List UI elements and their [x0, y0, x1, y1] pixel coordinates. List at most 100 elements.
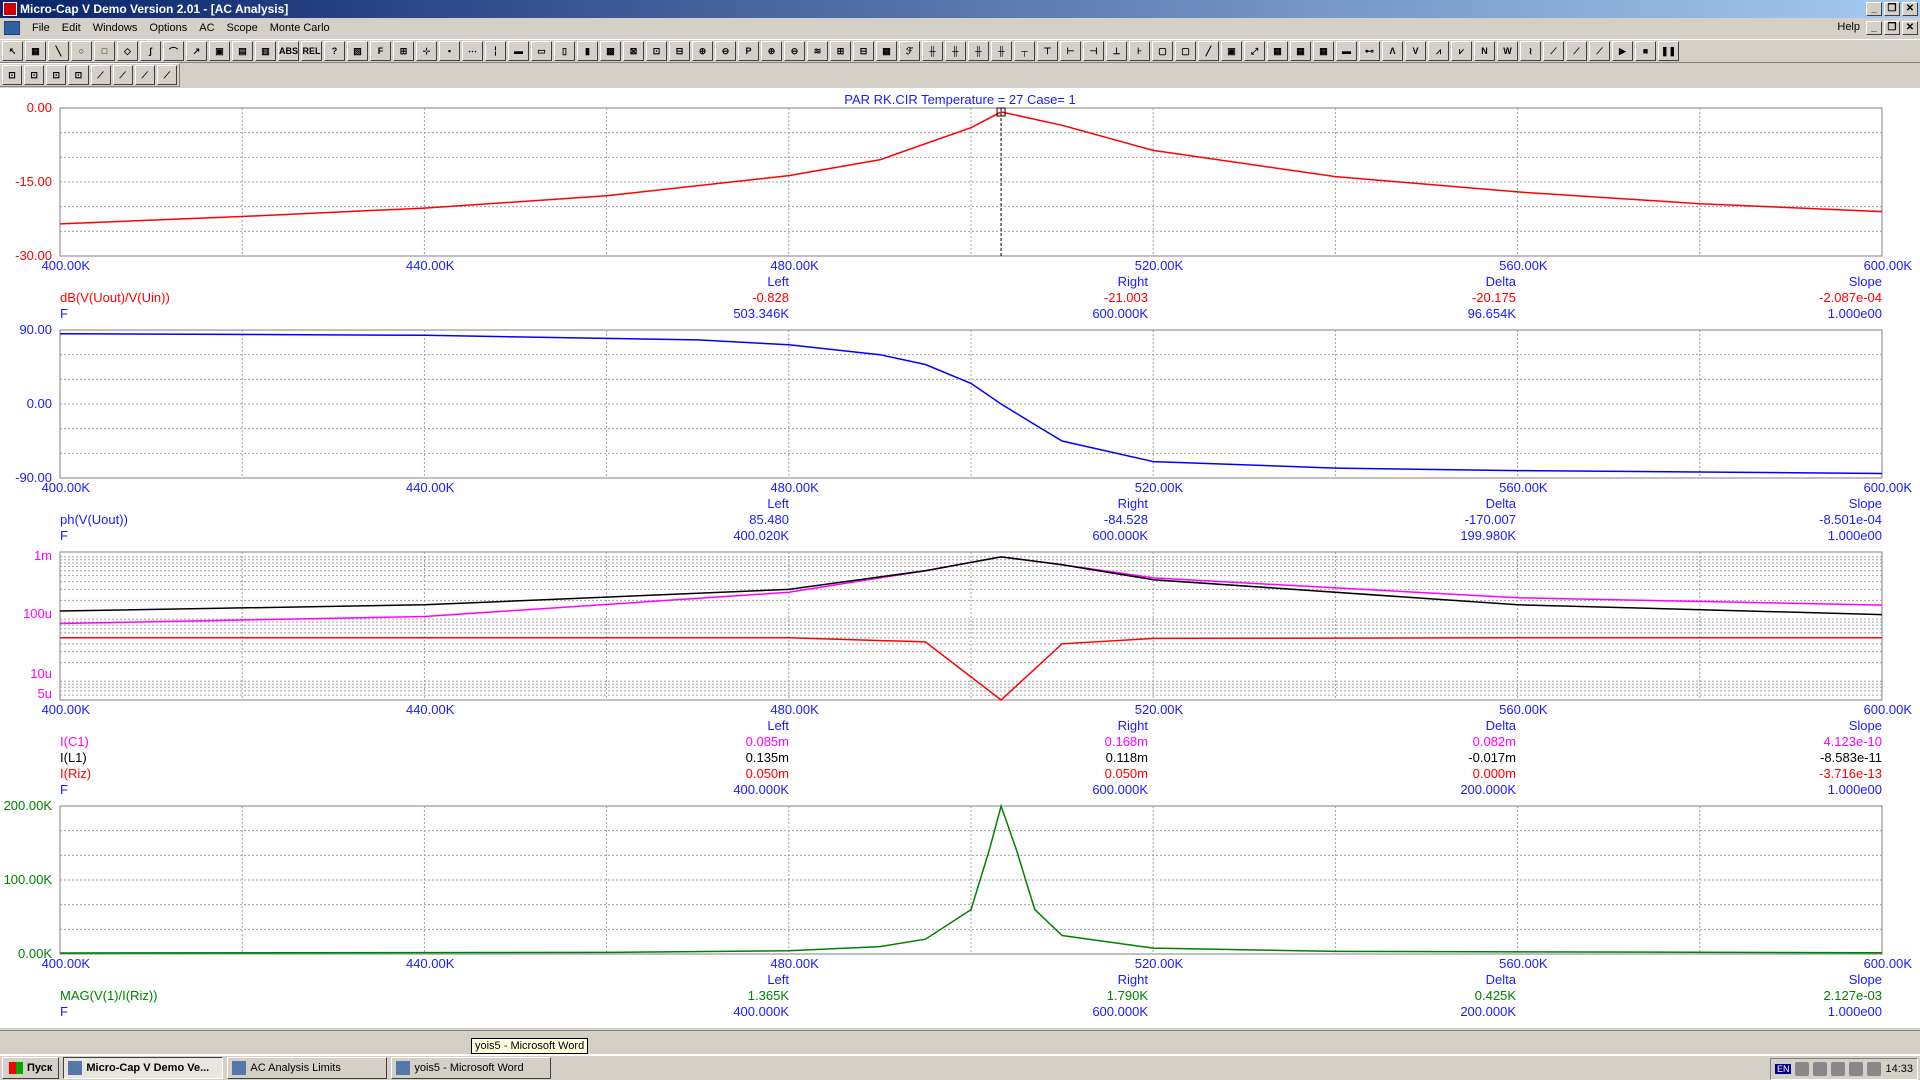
cursor-header: Left	[767, 718, 789, 733]
x-tick-label: 520.00K	[1134, 258, 1184, 273]
cursor-header: Right	[1117, 718, 1148, 733]
cursor-value: 0.085m	[745, 734, 789, 749]
trace-name: MAG(V(1)/I(Riz))	[60, 988, 158, 1003]
x-tick-label: 600.00K	[1863, 480, 1912, 495]
x-tick-label: 600.00K	[1863, 258, 1912, 273]
language-indicator[interactable]: EN	[1774, 1064, 1792, 1074]
cursor-value: 199.980K	[1460, 528, 1516, 543]
start-label: Пуск	[27, 1062, 53, 1074]
y-tick-label: 100u	[23, 606, 52, 621]
task-label: Micro-Cap V Demo Ve...	[86, 1062, 210, 1074]
trace-name: I(Riz)	[60, 766, 92, 781]
system-tray: EN 14:33	[1769, 1058, 1918, 1080]
x-tick-label: 400.00K	[41, 702, 90, 717]
cursor-value: 503.346K	[733, 306, 789, 321]
y-tick-label: 100.00K	[3, 872, 52, 887]
cursor-value: 1.000e00	[1827, 306, 1882, 321]
cursor-value: 0.168m	[1104, 734, 1148, 749]
y-tick-label: 0.00	[26, 100, 52, 115]
cursor-value: -170.007	[1464, 512, 1516, 527]
microcap-icon	[68, 1061, 83, 1075]
volume-icon[interactable]	[1831, 1062, 1846, 1076]
cursor-value: -84.528	[1103, 512, 1148, 527]
x-tick-label: 600.00K	[1863, 956, 1912, 971]
cursor-value: -2.087e-04	[1819, 290, 1882, 305]
cursor-value: -8.501e-04	[1819, 512, 1882, 527]
task-label: AC Analysis Limits	[250, 1062, 341, 1074]
clock: 14:33	[1885, 1063, 1913, 1075]
cursor-value: 0.135m	[745, 750, 789, 765]
cursor-header: Delta	[1485, 274, 1516, 289]
trace-name: ph(V(Uout))	[60, 512, 128, 527]
x-tick-label: 440.00K	[405, 480, 455, 495]
cursor-value: 1.000e00	[1827, 528, 1882, 543]
cursor-value: 0.082m	[1472, 734, 1516, 749]
cursor-header: Slope	[1848, 718, 1882, 733]
cursor-header: Delta	[1485, 496, 1516, 511]
tray-app-icon[interactable]	[1849, 1062, 1864, 1076]
cursor-value: 0.118m	[1105, 750, 1148, 765]
cursor-header: Slope	[1848, 972, 1882, 987]
x-tick-label: 480.00K	[770, 480, 819, 495]
x-tick-label: 440.00K	[405, 956, 455, 971]
cursor-value: 4.123e-10	[1823, 734, 1882, 749]
cursor-value: 600.000K	[1092, 1004, 1148, 1019]
cursor-value: 600.000K	[1092, 528, 1148, 543]
cursor-value: -20.175	[1471, 290, 1516, 305]
cursor-header: Slope	[1848, 274, 1882, 289]
trace-name: I(C1)	[60, 734, 89, 749]
y-tick-label: 200.00K	[3, 798, 52, 813]
x-tick-label: 560.00K	[1499, 480, 1548, 495]
task-label: yois5 - Microsoft Word	[414, 1062, 524, 1074]
x-tick-label: 440.00K	[405, 258, 455, 273]
cursor-value: 2.127e-03	[1823, 988, 1882, 1003]
cursor-header: Delta	[1485, 718, 1516, 733]
x-tick-label: 560.00K	[1499, 702, 1548, 717]
cursor-value: 400.000K	[733, 782, 789, 797]
cursor-value: 1.000e00	[1827, 782, 1882, 797]
trace-name: I(L1)	[60, 750, 87, 765]
cursor-value: 1.790K	[1106, 988, 1148, 1003]
x-tick-label: 400.00K	[41, 956, 90, 971]
task-ac-limits[interactable]: AC Analysis Limits	[227, 1057, 388, 1079]
status-bar	[0, 1030, 1920, 1048]
cursor-value: 400.020K	[733, 528, 789, 543]
cursor-value: 0.000m	[1472, 766, 1516, 781]
trace-name: F	[60, 782, 68, 797]
cursor-value: -8.583e-11	[1820, 750, 1882, 765]
cursor-value: 85.480	[749, 512, 789, 527]
shield-icon[interactable]	[1795, 1062, 1810, 1076]
cursor-header: Left	[767, 496, 789, 511]
trace-name: F	[60, 528, 68, 543]
x-tick-label: 520.00K	[1134, 702, 1184, 717]
x-tick-label: 520.00K	[1134, 956, 1184, 971]
y-tick-label: 5u	[37, 686, 52, 701]
y-tick-label: -15.00	[15, 174, 52, 189]
windows-flag-icon	[9, 1062, 23, 1074]
cursor-value: 0.050m	[745, 766, 789, 781]
y-tick-label: 90.00	[19, 322, 52, 337]
cursor-value: 600.000K	[1092, 306, 1148, 321]
start-button[interactable]: Пуск	[2, 1057, 60, 1079]
cursor-value: 200.000K	[1460, 1004, 1516, 1019]
x-tick-label: 480.00K	[770, 956, 819, 971]
tray-app-icon[interactable]	[1867, 1062, 1882, 1076]
x-tick-label: 600.00K	[1863, 702, 1912, 717]
cursor-header: Right	[1117, 972, 1148, 987]
task-microcap[interactable]: Micro-Cap V Demo Ve...	[63, 1057, 224, 1079]
x-tick-label: 520.00K	[1134, 480, 1184, 495]
x-tick-label: 400.00K	[41, 258, 90, 273]
x-tick-label: 480.00K	[770, 702, 819, 717]
cursor-header: Left	[767, 274, 789, 289]
window-icon	[232, 1061, 247, 1075]
x-tick-label: 480.00K	[770, 258, 819, 273]
task-word[interactable]: yois5 - Microsoft Word	[391, 1057, 552, 1079]
cursor-value: -0.017m	[1468, 750, 1516, 765]
taskbar-tooltip: yois5 - Microsoft Word	[471, 1038, 589, 1054]
network-icon[interactable]	[1813, 1062, 1828, 1076]
cursor-header: Right	[1117, 274, 1148, 289]
cursor-value: 96.654K	[1467, 306, 1516, 321]
cursor-header: Left	[767, 972, 789, 987]
cursor-header: Right	[1117, 496, 1148, 511]
cursor-value: 0.425K	[1474, 988, 1516, 1003]
